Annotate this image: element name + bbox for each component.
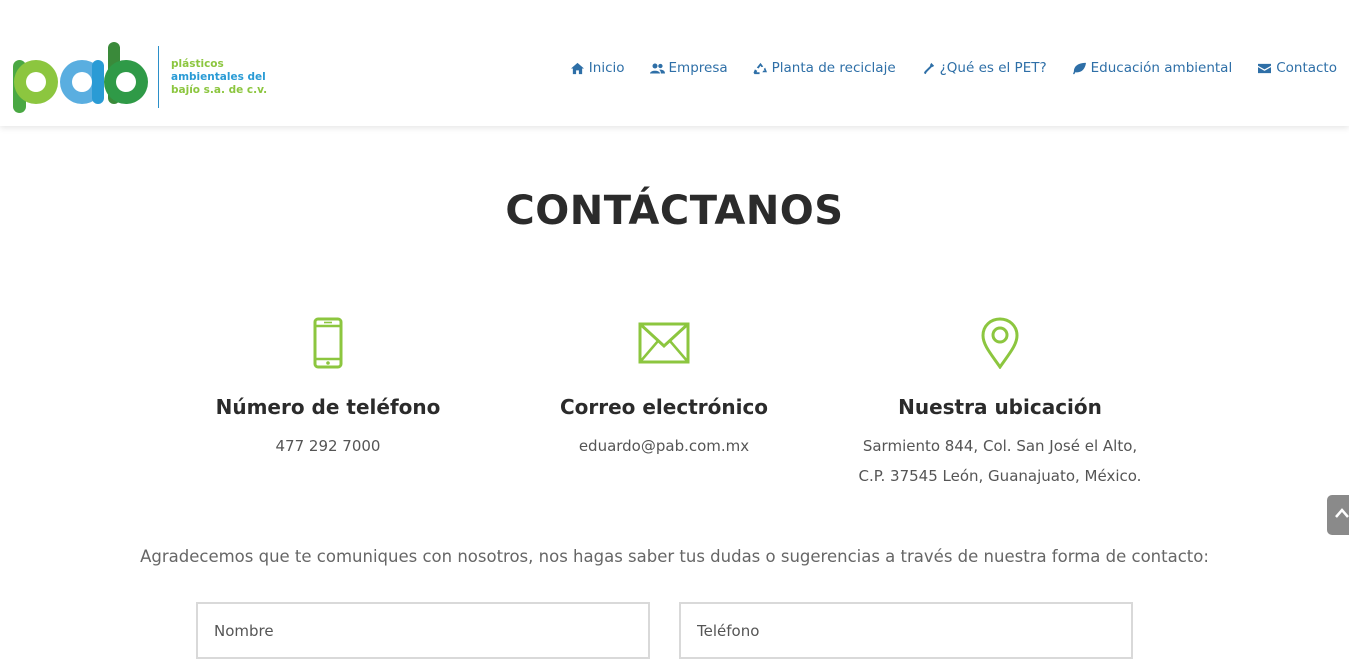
logo-divider bbox=[158, 46, 159, 108]
email-value[interactable]: eduardo@pab.com.mx bbox=[494, 431, 834, 461]
nav-item-pet[interactable]: ¿Qué es el PET? bbox=[921, 60, 1047, 76]
tagline-line-3: bajío s.a. de c.v. bbox=[171, 83, 268, 96]
nav-label: Inicio bbox=[588, 60, 625, 76]
nav-label: Empresa bbox=[668, 60, 728, 76]
phone-value: 477 292 7000 bbox=[275, 437, 381, 455]
map-pin-icon bbox=[830, 315, 1170, 371]
phone-heading: Número de teléfono bbox=[215, 395, 441, 419]
phone-input[interactable] bbox=[679, 602, 1133, 659]
tagline-line-1: plásticos bbox=[171, 57, 224, 70]
nav-item-empresa[interactable]: Empresa bbox=[649, 60, 728, 76]
recycle-icon bbox=[753, 62, 767, 74]
mobile-phone-icon bbox=[158, 315, 498, 371]
logo[interactable]: plásticos ambientales del bajío s.a. de … bbox=[12, 40, 267, 114]
home-icon bbox=[570, 62, 584, 74]
envelope-outline-icon bbox=[494, 315, 834, 371]
nav-label: Planta de reciclaje bbox=[771, 60, 896, 76]
nav-label: Educación ambiental bbox=[1090, 60, 1233, 76]
bottle-icon bbox=[923, 62, 934, 74]
chevron-up-icon bbox=[1335, 508, 1349, 518]
nav-item-educacion[interactable]: Educación ambiental bbox=[1072, 60, 1233, 76]
envelope-icon bbox=[1258, 63, 1272, 73]
contact-location: Nuestra ubicación Sarmiento 844, Col. Sa… bbox=[830, 315, 1170, 491]
tagline-line-2: ambientales del bbox=[171, 70, 266, 83]
page-title: CONTÁCTANOS bbox=[505, 188, 844, 234]
email-heading: Correo electrónico bbox=[559, 395, 769, 419]
logo-tagline: plásticos ambientales del bajío s.a. de … bbox=[171, 58, 267, 97]
nav-label: ¿Qué es el PET? bbox=[939, 60, 1047, 76]
address-line-1: Sarmiento 844, Col. San José el Alto, bbox=[862, 437, 1138, 455]
nav-item-contacto[interactable]: Contacto bbox=[1257, 60, 1337, 76]
contact-email: Correo electrónico eduardo@pab.com.mx bbox=[494, 315, 834, 461]
nav-label: Contacto bbox=[1276, 60, 1337, 76]
users-icon bbox=[649, 63, 665, 73]
contact-phone: Número de teléfono 477 292 7000 bbox=[158, 315, 498, 461]
nav-item-planta[interactable]: Planta de reciclaje bbox=[753, 60, 896, 76]
location-address: Sarmiento 844, Col. San José el Alto, C.… bbox=[830, 431, 1170, 491]
name-input[interactable] bbox=[196, 602, 650, 659]
site-header: plásticos ambientales del bajío s.a. de … bbox=[0, 0, 1349, 126]
address-line-2: C.P. 37545 León, Guanajuato, México. bbox=[858, 467, 1142, 485]
location-heading: Nuestra ubicación bbox=[898, 395, 1102, 419]
pab-logo-mark bbox=[13, 42, 148, 113]
form-intro-text: Agradecemos que te comuniques con nosotr… bbox=[140, 547, 1209, 566]
nav-item-inicio[interactable]: Inicio bbox=[570, 60, 625, 76]
leaf-icon bbox=[1072, 62, 1086, 74]
scroll-to-top-button[interactable] bbox=[1327, 495, 1349, 535]
main-nav: Inicio Empresa Planta de reciclaje ¿Qué … bbox=[570, 60, 1337, 76]
